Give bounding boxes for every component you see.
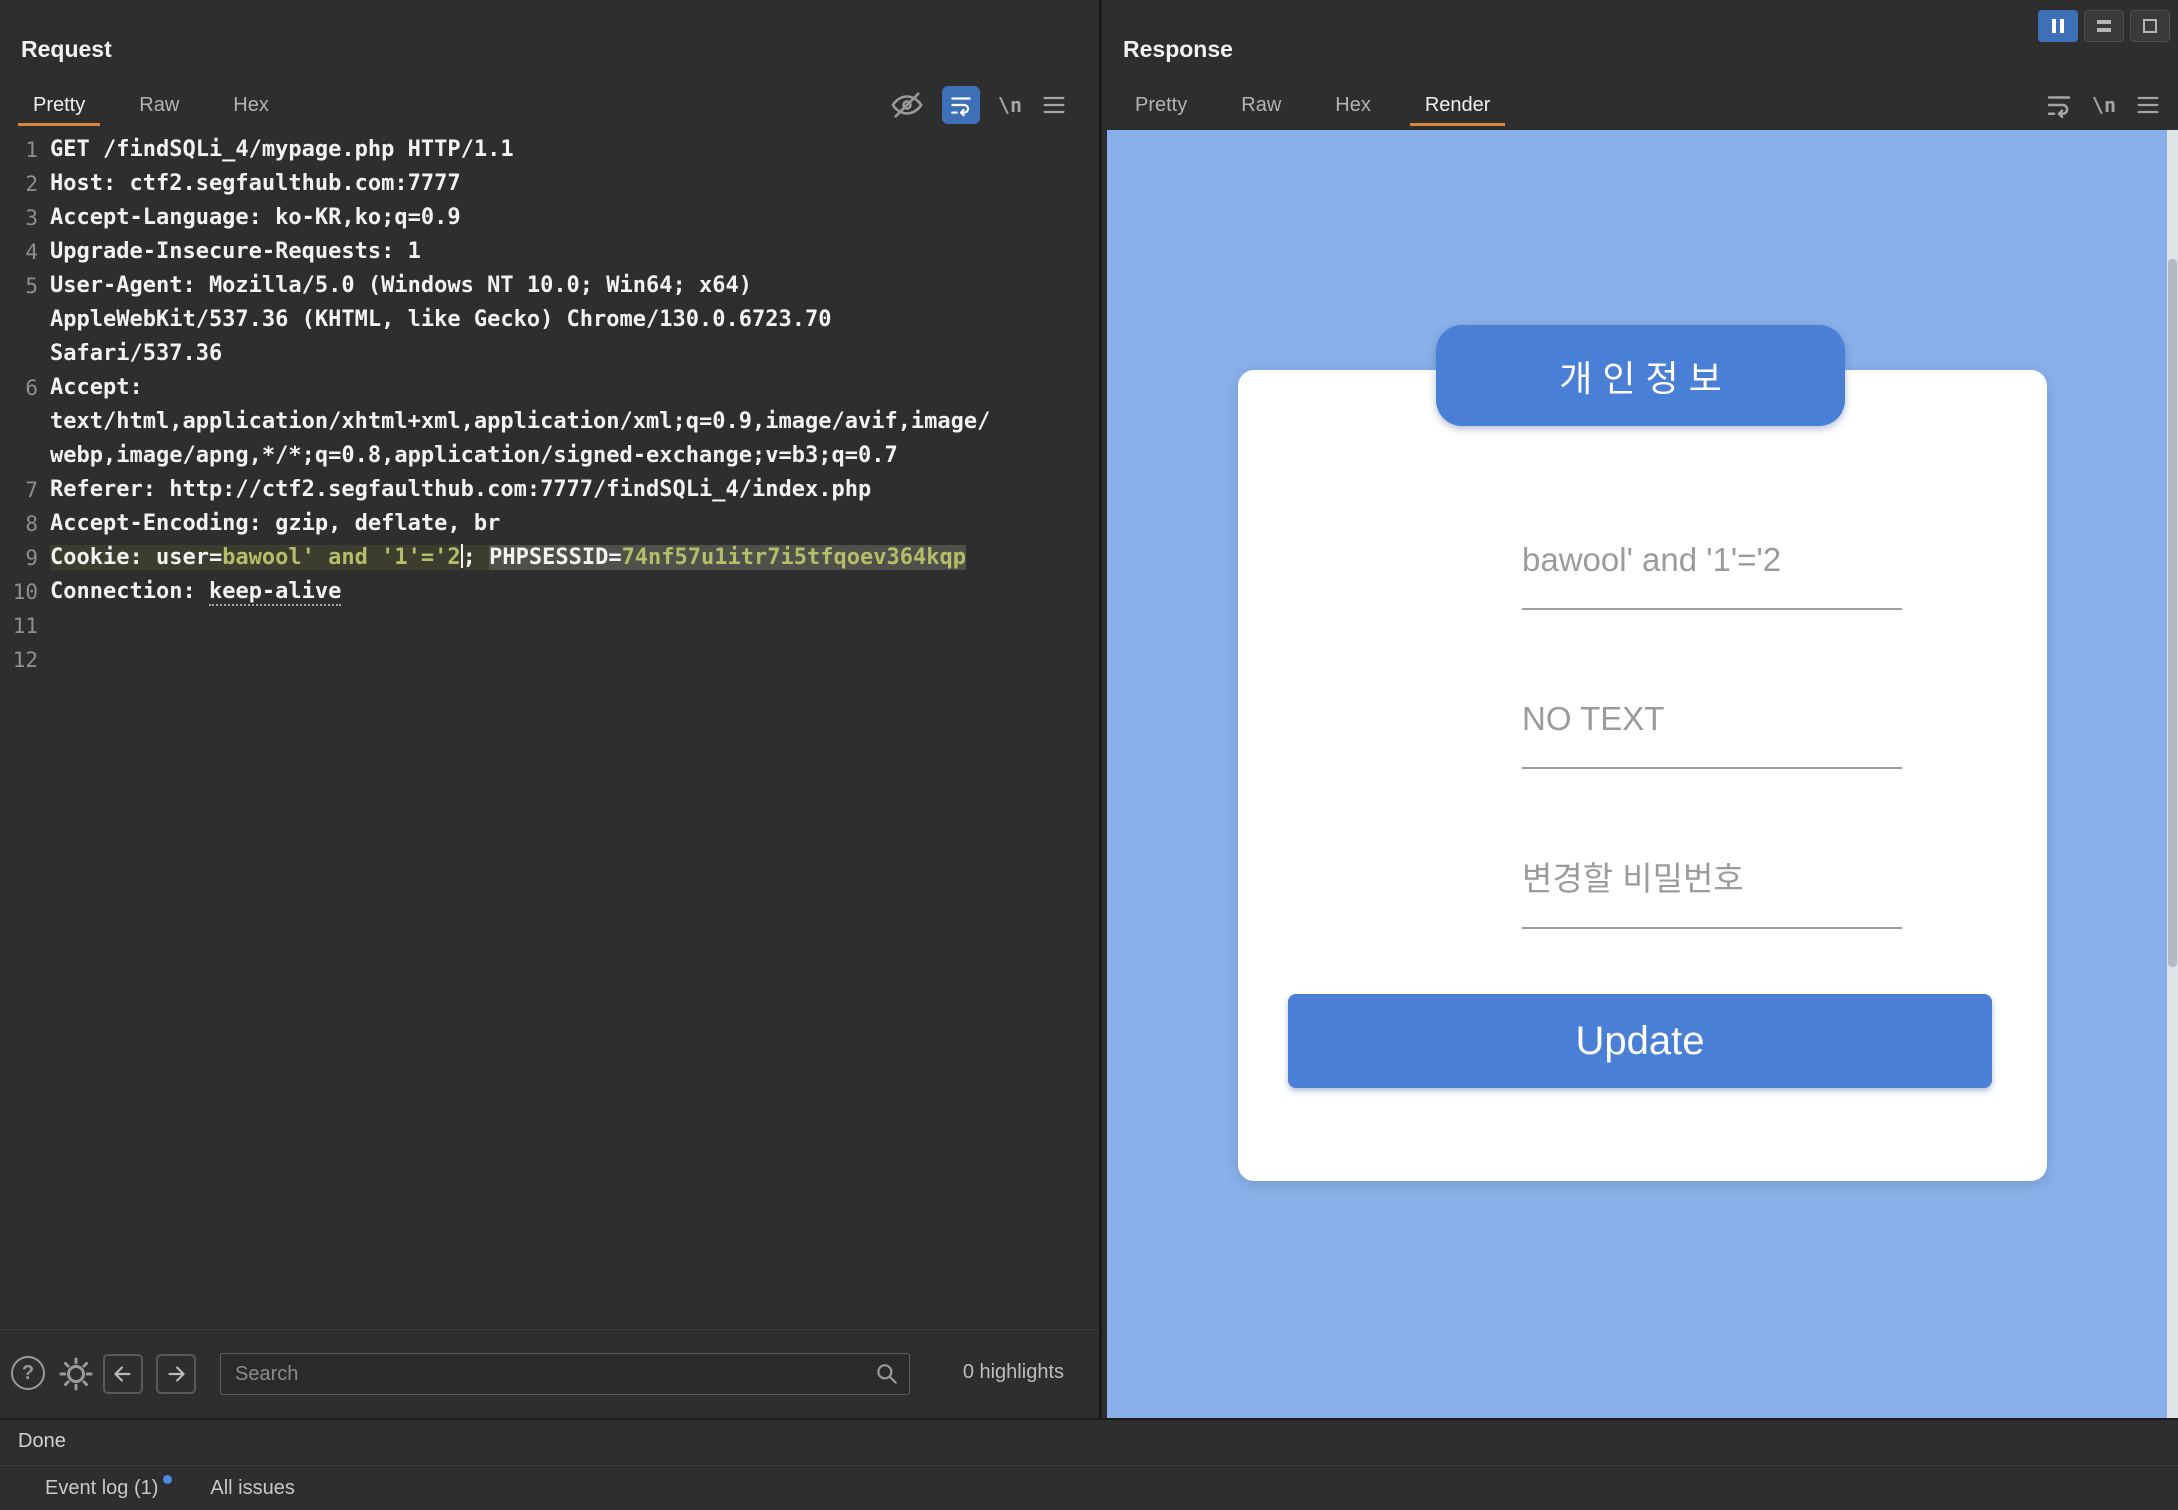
response-tab-hex[interactable]: Hex: [1308, 84, 1398, 126]
header-text: Referer: http://ctf2.segfaulthub.com:777…: [50, 477, 872, 502]
header-text: Accept-Encoding: gzip, deflate, br: [50, 511, 501, 536]
response-tab-pretty[interactable]: Pretty: [1108, 84, 1214, 126]
header-value: bawool' and '1'='2: [222, 545, 461, 570]
request-toolbar: \n: [890, 84, 1068, 126]
search-input[interactable]: [220, 1353, 910, 1395]
request-tab-pretty[interactable]: Pretty: [6, 84, 112, 126]
update-button[interactable]: Update: [1288, 994, 1992, 1088]
search-icon[interactable]: [874, 1361, 900, 1387]
header-text: User-Agent: Mozilla/5.0 (Windows NT 10.0…: [50, 273, 845, 366]
request-line-7[interactable]: 7 Referer: http://ctf2.segfaulthub.com:77…: [0, 473, 1099, 507]
header-text: Accept-Language: ko-KR,ko;q=0.9: [50, 205, 461, 230]
layout-buttons: [2038, 10, 2170, 42]
line-number: 4: [25, 240, 38, 264]
header-text: PHPSESSID=: [489, 545, 622, 570]
history-back-button[interactable]: [103, 1354, 143, 1394]
line-number: 11: [12, 614, 38, 638]
menu-icon[interactable]: [1040, 91, 1068, 119]
request-line-4[interactable]: 4 Upgrade-Insecure-Requests: 1: [0, 235, 1099, 269]
history-forward-button[interactable]: [156, 1354, 196, 1394]
request-footer: ? Search 0 highlights: [0, 1329, 1099, 1418]
settings-gear-icon[interactable]: [58, 1356, 94, 1392]
wrap-lines-icon[interactable]: [941, 86, 980, 124]
header-text: Cookie: user=: [50, 545, 223, 570]
header-text: ;: [462, 545, 490, 570]
layout-columns-button[interactable]: [2038, 10, 2078, 42]
request-line-3[interactable]: 3 Accept-Language: ko-KR,ko;q=0.9: [0, 201, 1099, 235]
header-text: Upgrade-Insecure-Requests: 1: [50, 239, 421, 264]
personal-info-heading: 개인정보: [1436, 325, 1845, 426]
layout-single-button[interactable]: [2130, 10, 2170, 42]
request-line-2[interactable]: 2 Host: ctf2.segfaulthub.com:7777: [0, 167, 1099, 201]
request-tab-hex[interactable]: Hex: [206, 84, 296, 126]
new-password-field[interactable]: 변경할 비밀번호: [1522, 859, 1902, 929]
request-editor[interactable]: 1 GET /findSQLi_4/mypage.php HTTP/1.1 2 Hos…: [0, 133, 1099, 1329]
header-text: Connection:: [50, 579, 209, 604]
response-tab-raw[interactable]: Raw: [1214, 84, 1308, 126]
request-title: Request: [21, 36, 112, 62]
event-log-dot: [163, 1474, 173, 1484]
request-line-5[interactable]: 5 User-Agent: Mozilla/5.0 (Windows NT 10.…: [0, 269, 1099, 371]
line-number: 12: [12, 648, 38, 672]
bottom-bar: Event log (1) All issues: [0, 1465, 2178, 1510]
header-text: GET /findSQLi_4/mypage.php HTTP/1.1: [50, 137, 514, 162]
request-line-9[interactable]: 9 Cookie: user=bawool' and '1'='2; PHPSES…: [0, 541, 1099, 575]
no-text-field[interactable]: NO TEXT: [1522, 699, 1902, 769]
line-number: 7: [25, 478, 38, 502]
header-value: 74nf57u1itr7i5tfqoev364kqp: [621, 545, 966, 570]
render-scrollbar[interactable]: [2167, 130, 2178, 1418]
line-number: 10: [12, 580, 38, 604]
line-number: 1: [25, 138, 38, 162]
highlights-count: 0 highlights: [962, 1361, 1064, 1383]
render-view: bawool' and '1'='2 NO TEXT 변경할 비밀번호 Upda…: [1107, 130, 2167, 1418]
newline-chars-icon[interactable]: \n: [2092, 93, 2116, 117]
username-field[interactable]: bawool' and '1'='2: [1522, 540, 1902, 610]
request-line-1[interactable]: 1 GET /findSQLi_4/mypage.php HTTP/1.1: [0, 133, 1099, 167]
request-line-6[interactable]: 6 Accept: text/html,application/xhtml+xml…: [0, 371, 1099, 473]
response-tabs-row: Pretty Raw Hex Render \n: [1102, 84, 2178, 126]
request-tab-raw[interactable]: Raw: [112, 84, 206, 126]
event-log-button[interactable]: Event log (1): [45, 1474, 173, 1500]
wrap-lines-icon[interactable]: [2044, 90, 2074, 120]
line-number: 8: [25, 512, 38, 536]
header-text: Accept: text/html,application/xhtml+xml,…: [50, 375, 991, 468]
request-line-8[interactable]: 8 Accept-Encoding: gzip, deflate, br: [0, 507, 1099, 541]
request-line-12[interactable]: 12: [0, 643, 1099, 677]
header-text: Host: ctf2.segfaulthub.com:7777: [50, 171, 461, 196]
header-text: keep-alive: [208, 579, 342, 606]
status-done-label: Done: [18, 1430, 66, 1452]
response-tab-render[interactable]: Render: [1398, 84, 1518, 126]
help-icon[interactable]: ?: [11, 1356, 45, 1390]
line-number: 3: [25, 206, 38, 230]
request-tabs-row: Pretty Raw Hex \n: [0, 84, 1099, 126]
burp-repeater-window: Request Pretty Raw Hex \n 1 GET /findSQL…: [0, 0, 2178, 1510]
menu-icon[interactable]: [2134, 91, 2162, 119]
status-bar: Done: [0, 1418, 2178, 1463]
response-panel: Response Pretty Raw Hex Render \n bawool…: [1102, 0, 2178, 1418]
response-toolbar: \n: [2044, 84, 2162, 126]
line-number: 5: [25, 274, 38, 298]
main-split: Request Pretty Raw Hex \n 1 GET /findSQL…: [0, 0, 2178, 1418]
line-number: 9: [25, 546, 38, 570]
profile-card: bawool' and '1'='2 NO TEXT 변경할 비밀번호 Upda…: [1238, 370, 2047, 1181]
scrollbar-thumb[interactable]: [2168, 258, 2177, 968]
request-panel: Request Pretty Raw Hex \n 1 GET /findSQL…: [0, 0, 1099, 1418]
line-number: 6: [25, 376, 38, 400]
request-line-10[interactable]: 10 Connection: keep-alive: [0, 575, 1099, 609]
layout-rows-button[interactable]: [2084, 10, 2124, 42]
all-issues-button[interactable]: All issues: [210, 1477, 294, 1500]
line-number: 2: [25, 172, 38, 196]
newline-chars-icon[interactable]: \n: [998, 93, 1022, 117]
request-line-11[interactable]: 11: [0, 609, 1099, 643]
hide-nonprinting-icon[interactable]: [890, 88, 924, 122]
response-tabs: Pretty Raw Hex Render: [1108, 84, 2178, 126]
response-title: Response: [1123, 36, 1233, 62]
